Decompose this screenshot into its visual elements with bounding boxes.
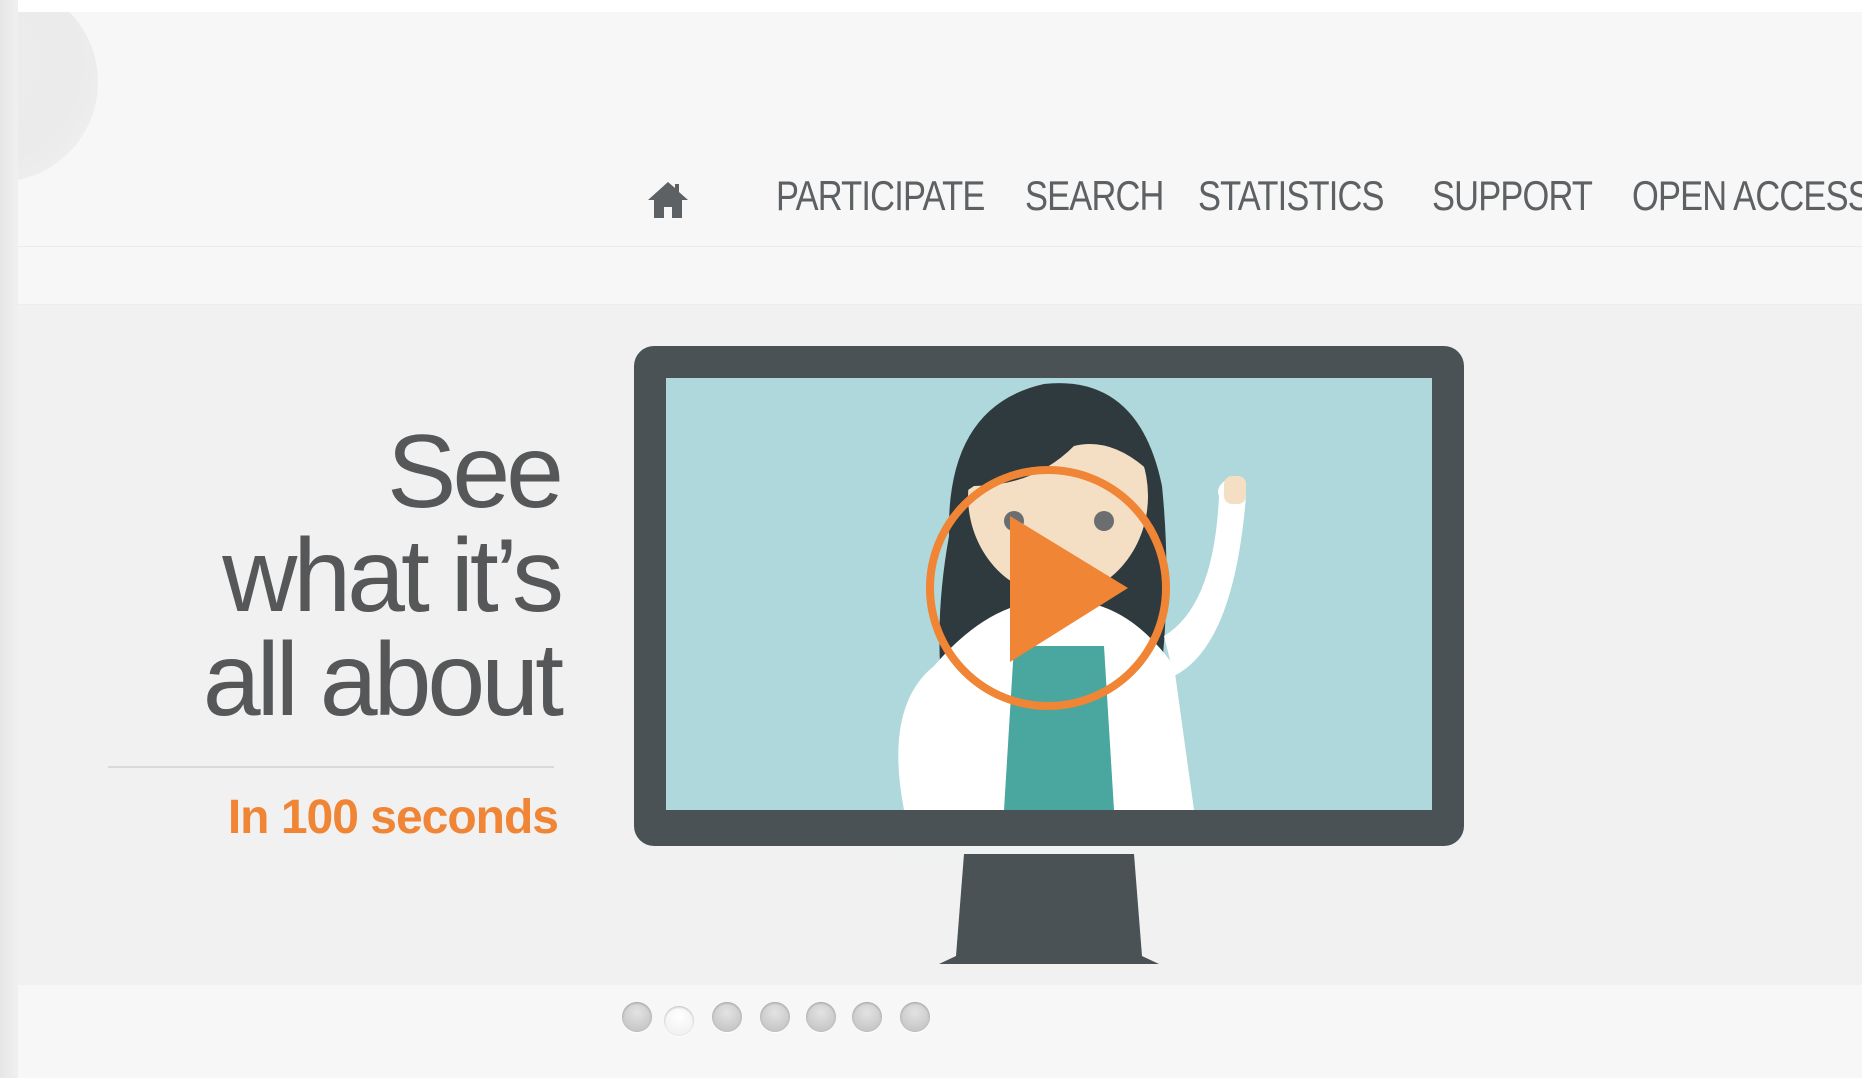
- slider-dot-6[interactable]: [852, 1002, 882, 1032]
- nav-item-statistics[interactable]: STATISTICS: [1198, 172, 1385, 220]
- slider-dot-5[interactable]: [806, 1002, 836, 1032]
- nav-item-search[interactable]: SEARCH: [1025, 172, 1164, 220]
- hero-divider: [108, 766, 554, 768]
- play-icon[interactable]: [926, 466, 1170, 710]
- left-edge-shade: [0, 0, 18, 1078]
- slider-dot-3[interactable]: [712, 1002, 742, 1032]
- slider-dot-7[interactable]: [900, 1002, 930, 1032]
- headline-line-2: what it’s: [222, 518, 564, 634]
- monitor-with-doctor-illustration: [634, 346, 1464, 964]
- main-navigation: PARTICIPATE SEARCH STATISTICS SUPPORT OP…: [18, 12, 1862, 247]
- hero-subheadline: In 100 seconds: [227, 791, 559, 844]
- nav-item-support[interactable]: SUPPORT: [1432, 172, 1593, 220]
- video-player[interactable]: [634, 346, 1464, 966]
- headline-line-1: See: [386, 414, 564, 530]
- nav-item-open-access[interactable]: OPEN ACCESS: [1632, 172, 1862, 220]
- headline-line-3: all about: [202, 622, 564, 738]
- page: PARTICIPATE SEARCH STATISTICS SUPPORT OP…: [18, 12, 1862, 1078]
- monitor-stand: [939, 854, 1159, 964]
- nav-item-participate[interactable]: PARTICIPATE: [776, 172, 985, 220]
- slider-dot-1[interactable]: [622, 1002, 652, 1032]
- slider-dot-2[interactable]: [664, 1006, 694, 1036]
- hero-headline: See what it’s all about: [80, 414, 564, 738]
- slider-dot-4[interactable]: [760, 1002, 790, 1032]
- home-icon[interactable]: [646, 180, 690, 220]
